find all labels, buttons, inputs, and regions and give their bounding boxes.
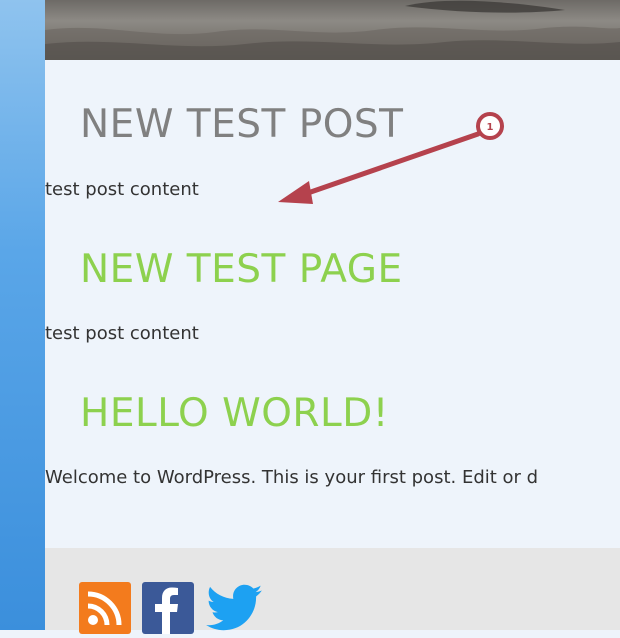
- facebook-icon[interactable]: [142, 582, 194, 634]
- posts-area: NEW TEST POST test post content NEW TEST…: [45, 60, 620, 548]
- twitter-icon[interactable]: [205, 582, 265, 634]
- post-content: Welcome to WordPress. This is your first…: [45, 467, 539, 488]
- footer: [45, 548, 620, 634]
- left-sidebar-strip: [0, 0, 45, 630]
- post-title-new-test-post[interactable]: NEW TEST POST: [80, 102, 404, 147]
- rss-icon[interactable]: [79, 582, 131, 634]
- post-content: test post content: [45, 323, 199, 344]
- post-title-new-test-page[interactable]: NEW TEST PAGE: [80, 247, 403, 292]
- header-image: [45, 0, 620, 60]
- post-title-hello-world[interactable]: HELLO WORLD!: [80, 391, 389, 436]
- post-content: test post content: [45, 179, 199, 200]
